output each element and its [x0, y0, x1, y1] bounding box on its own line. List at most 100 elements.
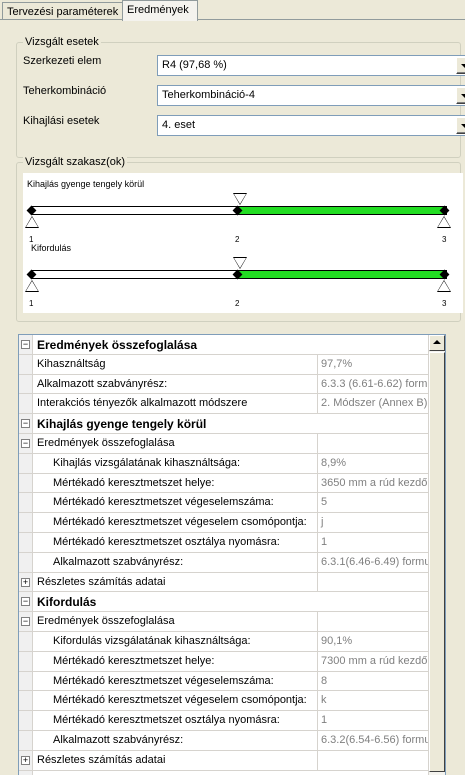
collapse-icon[interactable]: − — [21, 438, 30, 448]
grid-column-divider — [317, 374, 318, 394]
grid-row-value: 1 — [321, 714, 328, 727]
grid-column-divider — [317, 651, 318, 671]
grid-category-row[interactable]: − Kihajlás gyenge tengely körül — [19, 414, 445, 434]
grid-row-label: Mértékadó keresztmetszet helye: — [53, 476, 215, 489]
grid-row-label: Kihajlás gyenge tengely körül — [37, 417, 207, 432]
grid-subcategory-row[interactable]: − Eredmények összefoglalása — [19, 612, 445, 632]
grid-column-divider — [317, 552, 318, 572]
grid-property-row[interactable]: Mértékadó keresztmetszet osztálya nyomás… — [19, 532, 445, 553]
buckling-cases-select[interactable]: 4. eset — [157, 115, 465, 136]
grid-column-divider — [317, 493, 318, 513]
grid-collapsed-row[interactable]: + Részletes számítás adatai — [19, 572, 445, 593]
grid-column-divider — [317, 730, 318, 750]
grid-property-row[interactable]: Kihasználtság 97,7% — [19, 354, 445, 375]
grid-property-row[interactable]: Mértékadó keresztmetszet végeselemszáma:… — [19, 493, 445, 514]
grid-category-row[interactable]: − Eredmények összefoglalása — [19, 335, 445, 355]
grid-column-divider — [317, 631, 318, 651]
grid-property-row[interactable]: Alkalmazott szabványrész: 6.3.2(6.54-6.56… — [19, 730, 445, 751]
grid-row-value: 6.3.3 (6.61-6.62) formula — [321, 377, 443, 390]
grid-row-label: Kifordulás vizsgálatának kihasználtsága: — [53, 634, 251, 647]
grid-row-label: Részletes számítás adatai — [37, 753, 166, 766]
bar-segment-1-2 — [31, 270, 237, 279]
node-number: 3 — [442, 235, 447, 244]
chevron-down-icon[interactable] — [456, 117, 465, 134]
load-combination-label: Teherkombináció — [23, 85, 107, 97]
scroll-thumb[interactable] — [429, 352, 445, 772]
grid-column-divider — [317, 394, 318, 414]
grid-row-value: 5 — [321, 496, 328, 509]
structural-element-value: R4 (97,68 %) — [162, 59, 227, 71]
node-number: 2 — [235, 299, 240, 308]
grid-column-divider — [317, 453, 318, 473]
grid-column-divider — [317, 750, 318, 770]
chevron-down-icon[interactable] — [456, 87, 465, 104]
grid-column-divider — [317, 433, 318, 453]
bar-segment-2-3-highlight — [237, 270, 447, 279]
grid-row-value: 6.3.1(6.46-6.49) formula — [321, 555, 440, 568]
grid-property-row[interactable]: Kihajlás vizsgálatának kihasználtsága: 8,… — [19, 453, 445, 474]
grid-row-label: Alkalmazott szabványrész: — [53, 733, 184, 746]
collapse-icon[interactable]: − — [21, 419, 30, 429]
examined-sections-group: Vizsgált szakasz(ok) Kihajlás gyenge ten… — [16, 156, 463, 322]
grid-property-row[interactable]: Mértékadó keresztmetszet végeselem csomó… — [19, 513, 445, 533]
node-number: 1 — [29, 299, 34, 308]
grid-row-label: Eredmények összefoglalása — [37, 615, 175, 628]
grid-column-divider — [317, 671, 318, 691]
structural-element-label: Szerkezeti elem — [23, 55, 102, 67]
collapse-icon[interactable]: − — [21, 597, 30, 607]
grid-row-label: Alkalmazott szabványrész: — [53, 555, 184, 568]
load-combination-select[interactable]: Teherkombináció-4 — [157, 85, 465, 106]
support-icon — [437, 280, 451, 292]
grid-property-row[interactable]: Mértékadó keresztmetszet osztálya nyomás… — [19, 711, 445, 731]
collapse-icon[interactable]: − — [21, 617, 30, 627]
grid-row-label: Mértékadó keresztmetszet végeselem csomó… — [53, 516, 307, 529]
section-marker-icon — [233, 193, 247, 205]
grid-row-value: 6.3.2(6.54-6.56) formula — [321, 733, 440, 746]
grid-row-label: Kihajlás vizsgálatának kihasználtsága: — [53, 456, 241, 469]
grid-row-label: Eredmények összefoglalása — [37, 338, 198, 352]
structural-element-select[interactable]: R4 (97,68 %) — [157, 55, 465, 76]
tab-results[interactable]: Eredmények — [122, 0, 198, 21]
grid-property-row[interactable]: Alkalmazott szabványrész: 6.3.3 (6.61-6.6… — [19, 374, 445, 395]
grid-column-divider — [317, 354, 318, 374]
grid-row-value: 8 — [321, 674, 328, 687]
collapse-icon[interactable]: − — [21, 340, 30, 349]
grid-row-value: 8,9% — [321, 456, 347, 469]
results-property-grid: − Eredmények összefoglalása Kihasználtság 9… — [18, 334, 446, 775]
node-number: 2 — [235, 235, 240, 244]
grid-collapsed-row[interactable]: + Részletes számítás adatai — [19, 750, 445, 771]
scroll-up-icon[interactable] — [429, 335, 445, 351]
grid-row-label: Mértékadó keresztmetszet osztálya nyomás… — [53, 535, 280, 548]
grid-property-row[interactable]: Interakciós tényezők alkalmazott módszer… — [19, 394, 445, 415]
expand-icon[interactable]: + — [21, 577, 30, 587]
diagram2-title: Kifordulás — [31, 243, 72, 253]
grid-property-row[interactable]: Mértékadó keresztmetszet végeselem csomó… — [19, 691, 445, 712]
grid-property-row[interactable]: Mértékadó keresztmetszet végeselemszáma:… — [19, 671, 445, 692]
load-combination-value: Teherkombináció-4 — [162, 89, 255, 101]
grid-property-row[interactable]: Mértékadó keresztmetszet helye: 7300 mm a… — [19, 651, 445, 672]
grid-property-row[interactable]: Alkalmazott szabványrész: 6.3.1(6.46-6.49… — [19, 552, 445, 573]
grid-column-divider — [317, 691, 318, 711]
buckling-cases-label: Kihajlási esetek — [23, 115, 100, 127]
grid-row-label: Mértékadó keresztmetszet végeselem csomó… — [53, 694, 307, 707]
examined-cases-legend: Vizsgált esetek — [23, 36, 101, 48]
grid-rows: − Eredmények összefoglalása Kihasználtság 9… — [19, 335, 445, 771]
diagram1-title: Kihajlás gyenge tengely körül — [27, 179, 145, 189]
grid-column-divider — [317, 711, 318, 730]
grid-property-row[interactable]: Kifordulás vizsgálatának kihasználtsága:… — [19, 631, 445, 652]
grid-row-value: 97,7% — [321, 357, 353, 370]
grid-row-label: Kifordulás — [37, 595, 97, 610]
examined-sections-legend: Vizsgált szakasz(ok) — [23, 156, 128, 168]
vertical-scrollbar[interactable] — [428, 335, 445, 775]
grid-subcategory-row[interactable]: − Eredmények összefoglalása — [19, 433, 445, 454]
grid-row-label: Mértékadó keresztmetszet osztálya nyomás… — [53, 714, 280, 727]
grid-property-row[interactable]: Mértékadó keresztmetszet helye: 3650 mm a… — [19, 473, 445, 494]
expand-icon[interactable]: + — [21, 755, 30, 765]
grid-category-row[interactable]: − Kifordulás — [19, 592, 445, 613]
tab-design-parameters[interactable]: Tervezési paraméterek — [2, 2, 124, 20]
examined-cases-group: Vizsgált esetek Szerkezeti elem R4 (97,6… — [16, 36, 465, 158]
grid-column-divider — [317, 513, 318, 532]
node-number: 3 — [442, 299, 447, 308]
chevron-down-icon[interactable] — [456, 57, 465, 74]
grid-column-divider — [317, 572, 318, 592]
